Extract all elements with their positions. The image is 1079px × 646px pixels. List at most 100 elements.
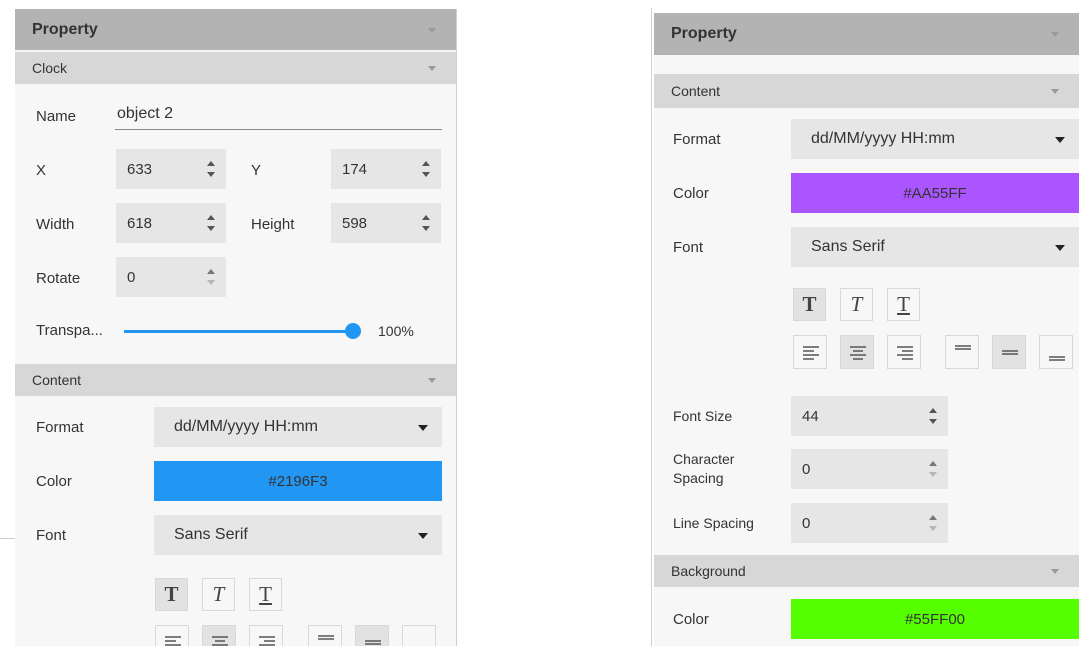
underline-icon[interactable]: T bbox=[249, 578, 282, 611]
transparency-value: 100% bbox=[378, 323, 414, 339]
height-spinner[interactable]: 598 bbox=[331, 203, 441, 243]
height-label: Height bbox=[251, 216, 295, 233]
clock-section-header[interactable]: Clock bbox=[15, 52, 456, 84]
transparency-slider-thumb[interactable] bbox=[345, 323, 361, 339]
color-value: #AA55FF bbox=[903, 184, 967, 202]
dropdown-arrow-icon[interactable] bbox=[418, 533, 428, 539]
name-label: Name bbox=[36, 108, 77, 125]
color-label: Color bbox=[673, 185, 709, 202]
transparency-slider-track[interactable] bbox=[124, 330, 353, 333]
font-select[interactable]: Sans Serif bbox=[791, 227, 1079, 267]
align-left-icon[interactable] bbox=[155, 625, 189, 646]
panel-divider bbox=[456, 9, 457, 646]
collapse-caret-icon[interactable] bbox=[428, 378, 436, 383]
x-label: X bbox=[36, 162, 47, 179]
line-spacing-value: 0 bbox=[802, 514, 811, 532]
panel-edge-line bbox=[0, 538, 15, 539]
font-size-value: 44 bbox=[802, 407, 819, 425]
spinner-arrows-icon[interactable] bbox=[206, 213, 216, 233]
character-spacing-value: 0 bbox=[802, 460, 811, 478]
width-value: 618 bbox=[127, 214, 153, 232]
y-spinner[interactable]: 174 bbox=[331, 149, 441, 189]
background-color-value: #55FF00 bbox=[904, 610, 966, 628]
format-label: Format bbox=[36, 419, 84, 436]
character-spacing-spinner[interactable]: 0 bbox=[791, 449, 948, 489]
spinner-arrows-icon[interactable] bbox=[928, 459, 938, 479]
height-value: 598 bbox=[342, 214, 368, 232]
property-title: Property bbox=[671, 25, 737, 42]
collapse-caret-icon[interactable] bbox=[428, 27, 436, 33]
property-title: Property bbox=[32, 20, 98, 38]
font-label: Font bbox=[36, 527, 67, 544]
collapse-caret-icon[interactable] bbox=[1051, 89, 1059, 94]
align-top-icon[interactable] bbox=[945, 335, 979, 369]
dropdown-arrow-icon[interactable] bbox=[1055, 245, 1065, 251]
property-header[interactable]: Property bbox=[15, 9, 456, 50]
spinner-arrows-icon[interactable] bbox=[928, 406, 938, 426]
format-value: dd/MM/yyyy HH:mm bbox=[811, 130, 955, 147]
y-label: Y bbox=[251, 162, 262, 179]
color-value: #2196F3 bbox=[268, 472, 328, 490]
underline-icon[interactable]: T bbox=[887, 288, 920, 321]
rotate-spinner[interactable]: 0 bbox=[116, 257, 226, 297]
format-select[interactable]: dd/MM/yyyy HH:mm bbox=[791, 119, 1079, 159]
align-middle-icon[interactable] bbox=[355, 625, 389, 646]
collapse-caret-icon[interactable] bbox=[428, 66, 436, 71]
content-section-header[interactable]: Content bbox=[654, 74, 1079, 108]
rotate-label: Rotate bbox=[36, 270, 81, 287]
width-label: Width bbox=[36, 216, 75, 233]
background-section-title: Background bbox=[671, 563, 746, 579]
x-spinner[interactable]: 633 bbox=[116, 149, 226, 189]
format-select[interactable]: dd/MM/yyyy HH:mm bbox=[154, 407, 442, 447]
italic-icon[interactable]: T bbox=[202, 578, 235, 611]
font-value: Sans Serif bbox=[174, 526, 248, 543]
x-value: 633 bbox=[127, 160, 153, 178]
width-spinner[interactable]: 618 bbox=[116, 203, 226, 243]
content-section-header[interactable]: Content bbox=[15, 364, 456, 396]
property-panel-left: Property Clock Name X 633 Y 174 Width 61… bbox=[15, 9, 456, 646]
font-size-label: Font Size bbox=[673, 408, 733, 424]
spinner-arrows-icon[interactable] bbox=[421, 159, 431, 179]
align-right-icon[interactable] bbox=[249, 625, 283, 646]
dropdown-arrow-icon[interactable] bbox=[418, 425, 428, 431]
align-top-icon[interactable] bbox=[308, 625, 342, 646]
align-middle-icon[interactable] bbox=[992, 335, 1026, 369]
collapse-caret-icon[interactable] bbox=[1051, 32, 1059, 37]
align-bottom-icon[interactable] bbox=[1039, 335, 1073, 369]
rotate-value: 0 bbox=[127, 268, 136, 286]
spinner-arrows-icon[interactable] bbox=[421, 213, 431, 233]
italic-icon[interactable]: T bbox=[840, 288, 873, 321]
collapse-caret-icon[interactable] bbox=[1051, 569, 1059, 574]
content-section-title: Content bbox=[32, 372, 82, 388]
property-panel-right: Property Content Format dd/MM/yyyy HH:mm… bbox=[654, 13, 1079, 646]
bold-icon[interactable]: T bbox=[793, 288, 826, 321]
font-select[interactable]: Sans Serif bbox=[154, 515, 442, 555]
name-input[interactable] bbox=[115, 105, 442, 130]
property-header[interactable]: Property bbox=[654, 13, 1079, 55]
color-swatch[interactable]: #2196F3 bbox=[154, 461, 442, 501]
bold-icon[interactable]: T bbox=[155, 578, 188, 611]
character-spacing-label: Character Spacing bbox=[673, 451, 735, 486]
clock-section-title: Clock bbox=[32, 60, 68, 76]
format-value: dd/MM/yyyy HH:mm bbox=[174, 418, 318, 435]
format-label: Format bbox=[673, 131, 721, 148]
background-color-swatch[interactable]: #55FF00 bbox=[791, 599, 1079, 639]
align-right-icon[interactable] bbox=[887, 335, 921, 369]
line-spacing-spinner[interactable]: 0 bbox=[791, 503, 948, 543]
align-center-icon[interactable] bbox=[202, 625, 236, 646]
align-left-icon[interactable] bbox=[793, 335, 827, 369]
color-swatch[interactable]: #AA55FF bbox=[791, 173, 1079, 213]
y-value: 174 bbox=[342, 160, 368, 178]
line-spacing-label: Line Spacing bbox=[673, 515, 754, 531]
panel-edge-line bbox=[651, 8, 652, 646]
spinner-arrows-icon[interactable] bbox=[206, 159, 216, 179]
font-size-spinner[interactable]: 44 bbox=[791, 396, 948, 436]
spinner-arrows-icon[interactable] bbox=[928, 513, 938, 533]
spinner-arrows-icon[interactable] bbox=[206, 267, 216, 287]
content-section-title: Content bbox=[671, 83, 721, 99]
color-label: Color bbox=[36, 473, 72, 490]
align-bottom-icon[interactable] bbox=[402, 625, 436, 646]
background-section-header[interactable]: Background bbox=[654, 555, 1079, 587]
dropdown-arrow-icon[interactable] bbox=[1055, 137, 1065, 143]
align-center-icon[interactable] bbox=[840, 335, 874, 369]
